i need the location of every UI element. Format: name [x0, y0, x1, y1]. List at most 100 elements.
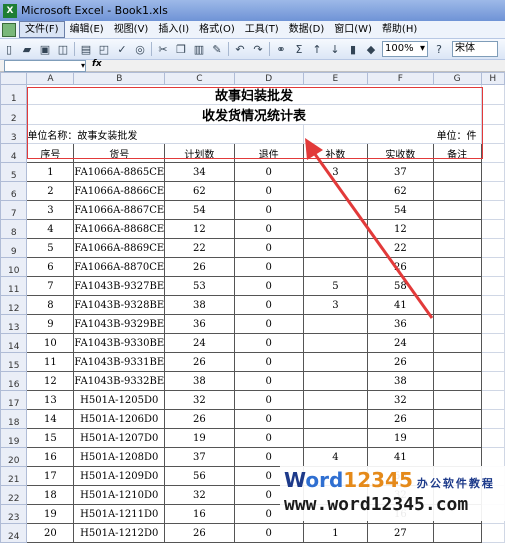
- header-cell[interactable]: 序号: [26, 143, 75, 163]
- workbook-icon[interactable]: [2, 22, 16, 37]
- table-cell[interactable]: 11: [26, 352, 75, 372]
- cell[interactable]: [480, 257, 505, 277]
- header-cell[interactable]: 备注: [432, 143, 482, 163]
- format-painter-icon[interactable]: ✎: [209, 41, 225, 57]
- table-cell[interactable]: 0: [233, 276, 304, 296]
- sort-ascending-icon[interactable]: ↑: [309, 41, 325, 57]
- table-cell[interactable]: FA1043B-9331BE: [73, 352, 166, 372]
- table-cell[interactable]: 3: [302, 295, 369, 315]
- table-cell[interactable]: 17: [26, 466, 75, 486]
- table-cell[interactable]: [432, 428, 482, 448]
- row-header[interactable]: 15: [0, 352, 28, 372]
- table-cell[interactable]: 5: [302, 276, 369, 296]
- row-header[interactable]: 1: [0, 84, 28, 105]
- table-cell[interactable]: 0: [233, 200, 304, 220]
- row-header[interactable]: 18: [0, 409, 28, 429]
- cell[interactable]: [480, 238, 505, 258]
- table-cell[interactable]: 0: [233, 352, 304, 372]
- cell[interactable]: [480, 333, 505, 353]
- table-cell[interactable]: FA1043B-9327BE: [73, 276, 166, 296]
- table-cell[interactable]: 36: [164, 314, 235, 334]
- table-cell[interactable]: 12: [26, 371, 75, 391]
- cell[interactable]: [480, 447, 505, 467]
- menu-format[interactable]: 格式(O): [194, 22, 240, 37]
- table-cell[interactable]: [302, 314, 369, 334]
- row-header[interactable]: 22: [0, 485, 28, 505]
- undo-icon[interactable]: ↶: [232, 41, 248, 57]
- table-cell[interactable]: 38: [164, 295, 235, 315]
- row-header[interactable]: 9: [0, 238, 28, 258]
- table-cell[interactable]: [432, 276, 482, 296]
- table-cell[interactable]: FA1066A-8868CE: [73, 219, 166, 239]
- select-all-corner[interactable]: [0, 72, 28, 85]
- print-preview-icon[interactable]: ◰: [96, 41, 112, 57]
- table-cell[interactable]: 38: [164, 371, 235, 391]
- table-cell[interactable]: H501A-1205D0: [73, 390, 166, 410]
- cell[interactable]: [480, 200, 505, 220]
- table-cell[interactable]: 0: [233, 523, 304, 543]
- open-icon[interactable]: ▰: [19, 41, 35, 57]
- table-cell[interactable]: 0: [233, 162, 304, 182]
- row-header[interactable]: 4: [0, 143, 28, 163]
- table-cell[interactable]: 12: [367, 219, 434, 239]
- cell[interactable]: [480, 219, 505, 239]
- table-cell[interactable]: [302, 238, 369, 258]
- table-cell[interactable]: [302, 181, 369, 201]
- table-cell[interactable]: FA1043B-9328BE: [73, 295, 166, 315]
- table-cell[interactable]: 15: [26, 428, 75, 448]
- table-cell[interactable]: 5: [26, 238, 75, 258]
- table-cell[interactable]: 0: [233, 371, 304, 391]
- table-cell[interactable]: 18: [26, 485, 75, 505]
- sheet-subtitle[interactable]: 收发货情况统计表: [26, 104, 482, 125]
- table-cell[interactable]: 3: [302, 162, 369, 182]
- hyperlink-icon[interactable]: ⚭: [273, 41, 289, 57]
- row-header[interactable]: 16: [0, 371, 28, 391]
- table-cell[interactable]: [432, 409, 482, 429]
- table-cell[interactable]: 0: [233, 333, 304, 353]
- table-cell[interactable]: 6: [26, 257, 75, 277]
- table-cell[interactable]: [432, 371, 482, 391]
- row-header[interactable]: 8: [0, 219, 28, 239]
- column-header[interactable]: H: [480, 72, 505, 85]
- table-cell[interactable]: 4: [26, 219, 75, 239]
- table-cell[interactable]: [432, 295, 482, 315]
- autosum-icon[interactable]: Σ: [291, 41, 307, 57]
- paste-icon[interactable]: ▥: [191, 41, 207, 57]
- table-cell[interactable]: 3: [26, 200, 75, 220]
- table-cell[interactable]: 0: [233, 314, 304, 334]
- row-header[interactable]: 5: [0, 162, 28, 182]
- row-header[interactable]: 7: [0, 200, 28, 220]
- column-header[interactable]: E: [302, 72, 369, 85]
- table-cell[interactable]: [432, 238, 482, 258]
- row-header[interactable]: 13: [0, 314, 28, 334]
- table-cell[interactable]: 0: [233, 257, 304, 277]
- table-cell[interactable]: 0: [233, 219, 304, 239]
- cell[interactable]: [480, 295, 505, 315]
- menu-help[interactable]: 帮助(H): [377, 22, 422, 37]
- table-cell[interactable]: [432, 181, 482, 201]
- table-cell[interactable]: 19: [164, 428, 235, 448]
- table-cell[interactable]: 41: [367, 447, 434, 467]
- column-header[interactable]: D: [233, 72, 304, 85]
- menu-file[interactable]: 文件(F): [19, 21, 65, 38]
- redo-icon[interactable]: ↷: [250, 41, 266, 57]
- chart-wizard-icon[interactable]: ▮: [345, 41, 361, 57]
- cell[interactable]: [480, 409, 505, 429]
- table-cell[interactable]: 53: [164, 276, 235, 296]
- table-cell[interactable]: 26: [164, 409, 235, 429]
- table-cell[interactable]: [432, 523, 482, 543]
- row-header[interactable]: 12: [0, 295, 28, 315]
- header-cell[interactable]: 计划数: [164, 143, 235, 163]
- table-cell[interactable]: 56: [164, 466, 235, 486]
- header-cell[interactable]: 退件: [233, 143, 304, 163]
- table-cell[interactable]: 54: [164, 200, 235, 220]
- table-cell[interactable]: 37: [367, 162, 434, 182]
- unit-cell[interactable]: 单位：件: [302, 124, 482, 144]
- menu-data[interactable]: 数据(D): [284, 22, 330, 37]
- table-cell[interactable]: 10: [26, 333, 75, 353]
- table-cell[interactable]: 22: [164, 238, 235, 258]
- column-header[interactable]: B: [73, 72, 166, 85]
- table-cell[interactable]: 38: [367, 371, 434, 391]
- table-cell[interactable]: 1: [302, 523, 369, 543]
- table-cell[interactable]: 54: [367, 200, 434, 220]
